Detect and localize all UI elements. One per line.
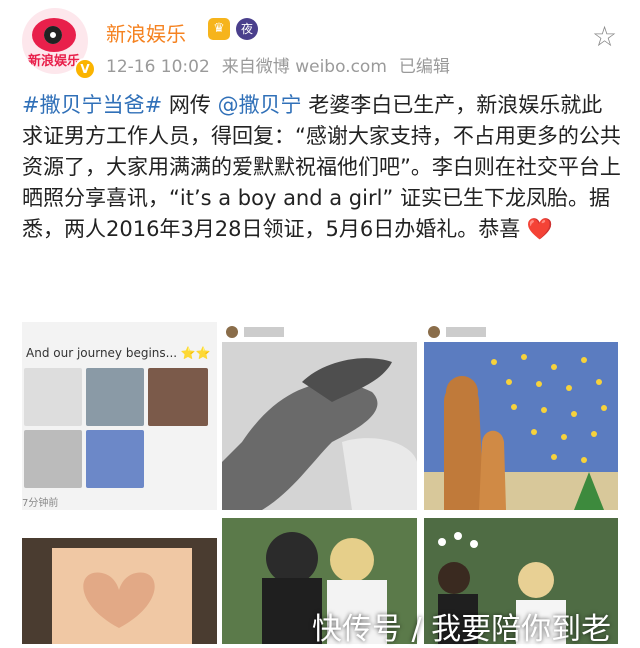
weibo-eye-logo xyxy=(32,18,76,52)
photo-2[interactable] xyxy=(222,322,417,510)
post-meta: 12-16 10:02 来自微博 weibo.com 已编辑 xyxy=(106,52,462,77)
heart-icon: ❤️ xyxy=(526,217,554,241)
belly-heart-photo-art xyxy=(22,518,217,644)
photo-3[interactable] xyxy=(424,322,618,510)
post-body: #撒贝宁当爸# 网传 @撒贝宁 老婆李白已生产，新浪娱乐就此求证男方工作人员，得… xyxy=(22,90,622,245)
post-source[interactable]: 来自微博 weibo.com xyxy=(222,57,387,77)
photo-1[interactable]: And our journey begins... ⭐⭐ 7分钟前 xyxy=(22,322,217,510)
watermark-text: 快传号 / 我要陪你到老 xyxy=(312,612,612,647)
edited-label: 已编辑 xyxy=(398,57,450,77)
username[interactable]: 新浪娱乐 xyxy=(106,18,186,47)
thumb-pregnant xyxy=(24,368,82,426)
crown-icon: ♛ xyxy=(208,18,230,40)
post-time: 12-16 10:02 xyxy=(106,57,210,77)
post-text-1: 网传 xyxy=(162,93,218,117)
mention-link[interactable]: @撒贝宁 xyxy=(218,93,302,117)
thumb-hands xyxy=(86,368,144,426)
hashtag-link[interactable]: #撒贝宁当爸# xyxy=(22,93,162,117)
bear-illustration xyxy=(424,322,618,510)
photo-time: 7分钟前 xyxy=(22,498,59,509)
star-favorite-icon[interactable]: ☆ xyxy=(592,20,617,53)
hands-photo-art xyxy=(222,322,417,510)
thumb-bear xyxy=(86,430,144,488)
photo-caption: And our journey begins... ⭐⭐ xyxy=(26,346,211,360)
night-badge: 夜 xyxy=(236,18,258,40)
thumb-belly xyxy=(148,368,208,426)
verified-v-icon: V xyxy=(74,58,96,80)
photo-4[interactable] xyxy=(22,518,217,644)
avatar-text: 新浪娱乐 xyxy=(28,54,81,69)
thumb-baby-hand xyxy=(24,430,82,488)
